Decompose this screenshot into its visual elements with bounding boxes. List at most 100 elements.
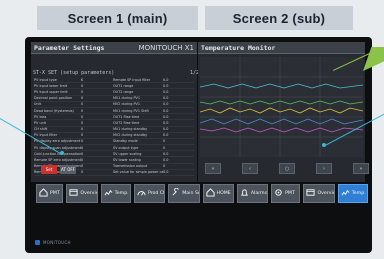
param-label: SV lower scaling: [113, 158, 141, 163]
nav-button-alarms[interactable]: Alarms: [236, 184, 269, 203]
param-value: 0.0: [163, 170, 169, 175]
param-value: 0.0: [163, 89, 169, 94]
figure-root: Screen 1 (main) Screen 2 (sub) Parameter…: [0, 0, 384, 259]
param-value: 0: [81, 96, 84, 101]
param-value: 0: [81, 102, 84, 107]
overview-icon: [69, 188, 78, 199]
param-label: SV upper scaling: [113, 151, 142, 156]
screen2-titlebar: Temperature Monitor: [198, 42, 365, 54]
param-value: 0: [81, 145, 84, 150]
nav-label: Overview: [317, 191, 333, 196]
param-value: 0.0: [163, 133, 169, 138]
nav-label: Temp.: [114, 191, 129, 196]
nav-label: PMT: [285, 191, 295, 196]
trend-graph: [200, 57, 363, 157]
param-value: K: [81, 77, 84, 82]
screen2-title: Temperature Monitor: [201, 43, 276, 52]
callout-dot-left: [60, 151, 64, 155]
trend-prev-button[interactable]: ‹: [242, 163, 258, 174]
param-label: OUT2 Rise time: [113, 120, 140, 125]
trend-chart: [200, 57, 363, 157]
navigation-bar: PMT Overview Temp. Prod Ctrl Main Scr HOME Ala…: [36, 184, 369, 203]
overview-icon: [306, 188, 315, 199]
param-label: CH shift: [34, 127, 48, 132]
param-value: 0.0: [163, 158, 169, 163]
nav-button-prod-ctrl[interactable]: Prod Ctrl: [133, 184, 166, 203]
param-label: PV display span adjustment: [34, 145, 81, 150]
param-value: 0.0: [163, 83, 169, 88]
param-value: 0: [81, 114, 84, 119]
screen1-header: Screen 1 (main): [37, 6, 198, 30]
brand-logo: MONITOUCH: [35, 240, 71, 245]
settings-icon: [274, 188, 283, 199]
screen1-buttons: Set AT OFF: [41, 165, 76, 174]
trend-center-button[interactable]: ○: [279, 163, 295, 174]
nav-button-main-scr[interactable]: Main Scr: [168, 184, 200, 203]
trend-next-button[interactable]: ›: [316, 163, 332, 174]
screen1-model: MONITOUCH X1: [138, 43, 194, 52]
screen2-header: Screen 2 (sub): [205, 6, 353, 30]
screen1-title: Parameter Settings: [34, 43, 105, 52]
param-label: Dead band (Hysteresis): [34, 108, 74, 113]
param-value: 0: [81, 170, 84, 175]
param-label: Remote SP zero adjustment: [34, 158, 81, 163]
param-label: Transmission output: [113, 164, 148, 169]
param-value: 0: [163, 139, 166, 144]
trend-first-button[interactable]: «: [205, 163, 221, 174]
param-value: 0.0: [163, 127, 169, 132]
nav-label: Temp.: [351, 191, 366, 196]
param-value: 0.0: [163, 108, 169, 113]
param-value: 0.0: [163, 96, 169, 101]
nav-label: Overview: [80, 191, 96, 196]
param-label: MV1 during PV1: [113, 96, 141, 101]
nav-button-overview[interactable]: Overview: [303, 184, 335, 203]
alarm-icon: [240, 188, 249, 199]
param-value: 0: [81, 151, 84, 156]
trend-last-button[interactable]: »: [353, 163, 369, 174]
nav-button-pmt[interactable]: PMT: [36, 184, 64, 203]
param-label: Remote SP input filter: [113, 77, 151, 82]
set-button[interactable]: Set: [41, 165, 57, 174]
param-value: 0: [81, 164, 84, 169]
param-label: PV unit: [34, 120, 47, 125]
nav-button-overview[interactable]: Overview: [66, 184, 98, 203]
param-label: MV1 during PV1 Shift: [113, 108, 149, 113]
nav-button-home[interactable]: HOME: [202, 184, 234, 203]
param-label: PV input filter: [34, 133, 58, 138]
param-value: 0: [81, 83, 84, 88]
brand-mark-icon: [35, 240, 40, 245]
param-label: PV input lower limit: [34, 83, 68, 88]
param-label: Unit: [34, 102, 41, 107]
param-value: 0: [81, 133, 84, 138]
gauge-icon: [137, 188, 146, 199]
trend-icon: [341, 188, 350, 199]
nav-button-temp-[interactable]: Temp.: [100, 184, 131, 203]
nav-button-pmt[interactable]: PMT: [271, 184, 301, 203]
param-value: 0: [81, 127, 84, 132]
param-label: MV2 during PV1: [113, 102, 141, 107]
param-label: PV input upper limit: [34, 89, 68, 94]
nav-label: Alarms: [250, 191, 268, 196]
param-label: PV input type: [34, 77, 57, 82]
param-label: Standby mode: [113, 139, 138, 144]
nav-label: HOME: [216, 191, 231, 196]
param-label: PV bias: [34, 114, 47, 119]
trend-icon: [104, 188, 113, 199]
param-value: 0.0: [163, 77, 169, 82]
param-value: 0.0: [163, 120, 169, 125]
screen1-titlebar: Parameter Settings MONITOUCH X1: [31, 42, 197, 54]
nav-label: Prod Ctrl: [147, 191, 165, 196]
param-label: MV2 during standby: [113, 133, 148, 138]
at-off-button[interactable]: AT OFF: [60, 165, 76, 174]
param-label: Decimal point position: [34, 96, 73, 101]
nav-button-temp-[interactable]: Temp.: [337, 184, 369, 203]
param-value: 0: [163, 145, 166, 150]
parameter-list: PV input type K Remote SP input filter 0.0 P…: [34, 77, 194, 176]
trend-controls: « ‹ ○ › »: [205, 163, 369, 174]
param-value: 0: [81, 139, 84, 144]
tools-icon: [171, 188, 180, 199]
param-label: MV1 during standby: [113, 127, 148, 132]
param-value: 0.0: [163, 114, 169, 119]
param-value: 0.0: [163, 102, 169, 107]
param-label: Set value for simple power calc: [113, 170, 163, 175]
